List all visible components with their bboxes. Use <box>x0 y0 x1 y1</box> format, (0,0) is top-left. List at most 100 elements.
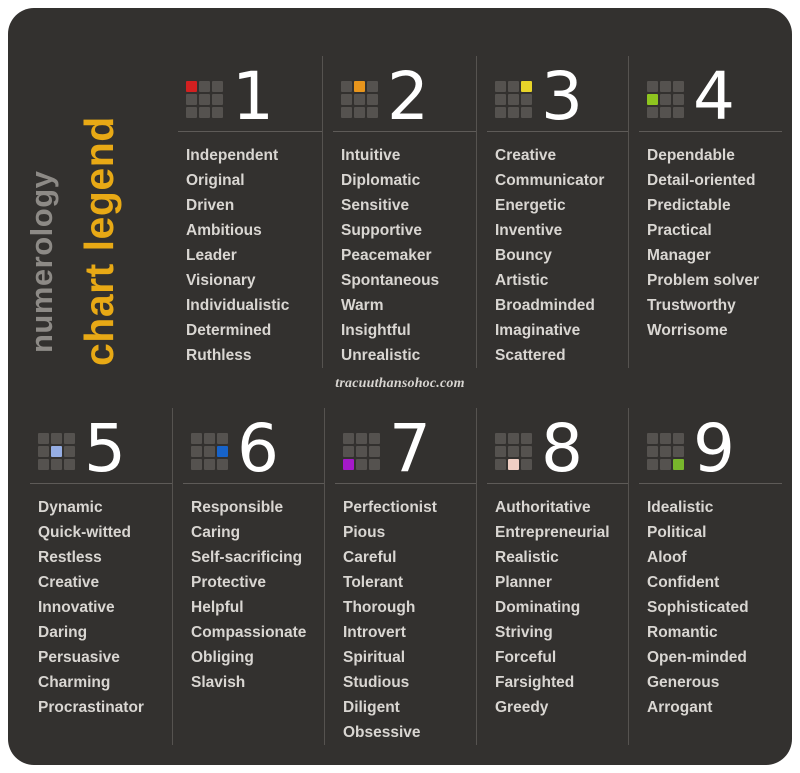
icon-cell-7 <box>495 107 506 118</box>
trait-item: Insightful <box>341 322 411 339</box>
watermark: tracuuthansohoc.com <box>335 376 465 391</box>
trait-item: Open-minded <box>647 649 747 666</box>
numeral-8: 8 <box>541 409 583 487</box>
icon-cell-2 <box>508 81 519 92</box>
icon-cell-3 <box>673 433 684 444</box>
icon-cell-3 <box>367 81 378 92</box>
grid-icon-4 <box>647 81 684 118</box>
icon-cell-8 <box>51 459 62 470</box>
icon-cell-7 <box>647 107 658 118</box>
icon-cell-9 <box>369 459 380 470</box>
icon-cell-6 <box>673 94 684 105</box>
icon-cell-9 <box>217 459 228 470</box>
icon-cell-5 <box>354 94 365 105</box>
icon-cell-highlight <box>521 81 532 92</box>
number-panel-1: 1 Independent Original Driven Ambitious Leade… <box>168 56 322 368</box>
icon-cell-1 <box>495 81 506 92</box>
trait-item: Daring <box>38 624 88 641</box>
panel-header-8: 8 <box>487 408 628 487</box>
icon-cell-9 <box>212 107 223 118</box>
icon-cell-7 <box>647 459 658 470</box>
icon-cell-4 <box>495 446 506 457</box>
icon-cell-2 <box>660 81 671 92</box>
number-panel-3: 3 Creative Communicator Energetic Inventive B… <box>476 56 628 368</box>
trait-item: Confident <box>647 574 720 591</box>
icon-cell-6 <box>212 94 223 105</box>
trait-item: Dominating <box>495 599 581 616</box>
trait-item: Individualistic <box>186 297 290 314</box>
numeral-2: 2 <box>387 57 429 135</box>
numeral-3: 3 <box>541 57 583 135</box>
icon-cell-1 <box>38 433 49 444</box>
trait-item: Creative <box>38 574 100 591</box>
icon-cell-7 <box>495 459 506 470</box>
trait-item: Obliging <box>191 649 254 666</box>
icon-cell-9 <box>64 459 75 470</box>
icon-cell-5 <box>508 94 519 105</box>
number-panel-5: 5 Dynamic Quick-witted Restless Creative Inno… <box>20 408 172 745</box>
trait-item: Helpful <box>191 599 244 616</box>
trait-item: Protective <box>191 574 266 591</box>
trait-item: Bouncy <box>495 247 552 264</box>
panel-header-7: 7 <box>335 408 476 487</box>
trait-item: Procrastinator <box>38 699 144 716</box>
icon-cell-8 <box>508 107 519 118</box>
trait-item: Perfectionist <box>343 499 437 516</box>
trait-item: Practical <box>647 222 712 239</box>
number-panel-6: 6 Responsible Caring Self-sacrificing Protec… <box>172 408 324 745</box>
numeral-4: 4 <box>693 57 735 135</box>
icon-cell-4 <box>495 94 506 105</box>
grid-icon-2 <box>341 81 378 118</box>
panel-header-2: 2 <box>333 56 476 135</box>
grid-icon-6 <box>191 433 228 470</box>
trait-item: Forceful <box>495 649 557 666</box>
icon-cell-3 <box>64 433 75 444</box>
trait-list-2: Intuitive Diplomatic Sensitive Supportive Pe… <box>333 132 476 368</box>
icon-cell-8 <box>660 107 671 118</box>
icon-cell-1 <box>341 81 352 92</box>
trait-item: Spiritual <box>343 649 406 666</box>
icon-cell-1 <box>647 433 658 444</box>
trait-item: Generous <box>647 674 720 691</box>
trait-item: Political <box>647 524 707 541</box>
trait-item: Studious <box>343 674 410 691</box>
trait-item: Dependable <box>647 147 735 164</box>
trait-item: Authoritative <box>495 499 591 516</box>
icon-cell-highlight <box>186 81 197 92</box>
numeral-5: 5 <box>84 409 126 487</box>
trait-list-6: Responsible Caring Self-sacrificing Protect… <box>183 484 324 695</box>
number-panel-9: 9 Idealistic Political Aloof Confident Sophis… <box>628 408 782 745</box>
numeral-7: 7 <box>389 409 431 487</box>
trait-item: Warm <box>341 297 384 314</box>
icon-cell-highlight <box>673 459 684 470</box>
trait-item: Realistic <box>495 549 559 566</box>
panel-header-4: 4 <box>639 56 782 135</box>
trait-item: Leader <box>186 247 237 264</box>
numeral-9: 9 <box>693 409 735 487</box>
icon-cell-9 <box>521 459 532 470</box>
icon-cell-6 <box>673 446 684 457</box>
icon-cell-3 <box>212 81 223 92</box>
trait-list-7: Perfectionist Pious Careful Tolerant Thoroug… <box>335 484 476 745</box>
trait-item: Problem solver <box>647 272 759 289</box>
panel-header-5: 5 <box>30 408 172 487</box>
trait-item: Spontaneous <box>341 272 440 289</box>
icon-cell-highlight <box>508 459 519 470</box>
icon-cell-4 <box>191 446 202 457</box>
grid-icon-8 <box>495 433 532 470</box>
trait-item: Pious <box>343 524 386 541</box>
icon-cell-1 <box>191 433 202 444</box>
icon-cell-highlight <box>51 446 62 457</box>
trait-item: Compassionate <box>191 624 307 641</box>
icon-cell-4 <box>343 446 354 457</box>
trait-item: Supportive <box>341 222 422 239</box>
trait-item: Visionary <box>186 272 256 289</box>
trait-item: Communicator <box>495 172 605 189</box>
icon-cell-5 <box>204 446 215 457</box>
icon-cell-highlight <box>343 459 354 470</box>
icon-cell-4 <box>38 446 49 457</box>
number-panel-7: 7 Perfectionist Pious Careful Tolerant Thorou… <box>324 408 476 745</box>
icon-cell-7 <box>341 107 352 118</box>
trait-item: Romantic <box>647 624 718 641</box>
trait-item: Greedy <box>495 699 549 716</box>
